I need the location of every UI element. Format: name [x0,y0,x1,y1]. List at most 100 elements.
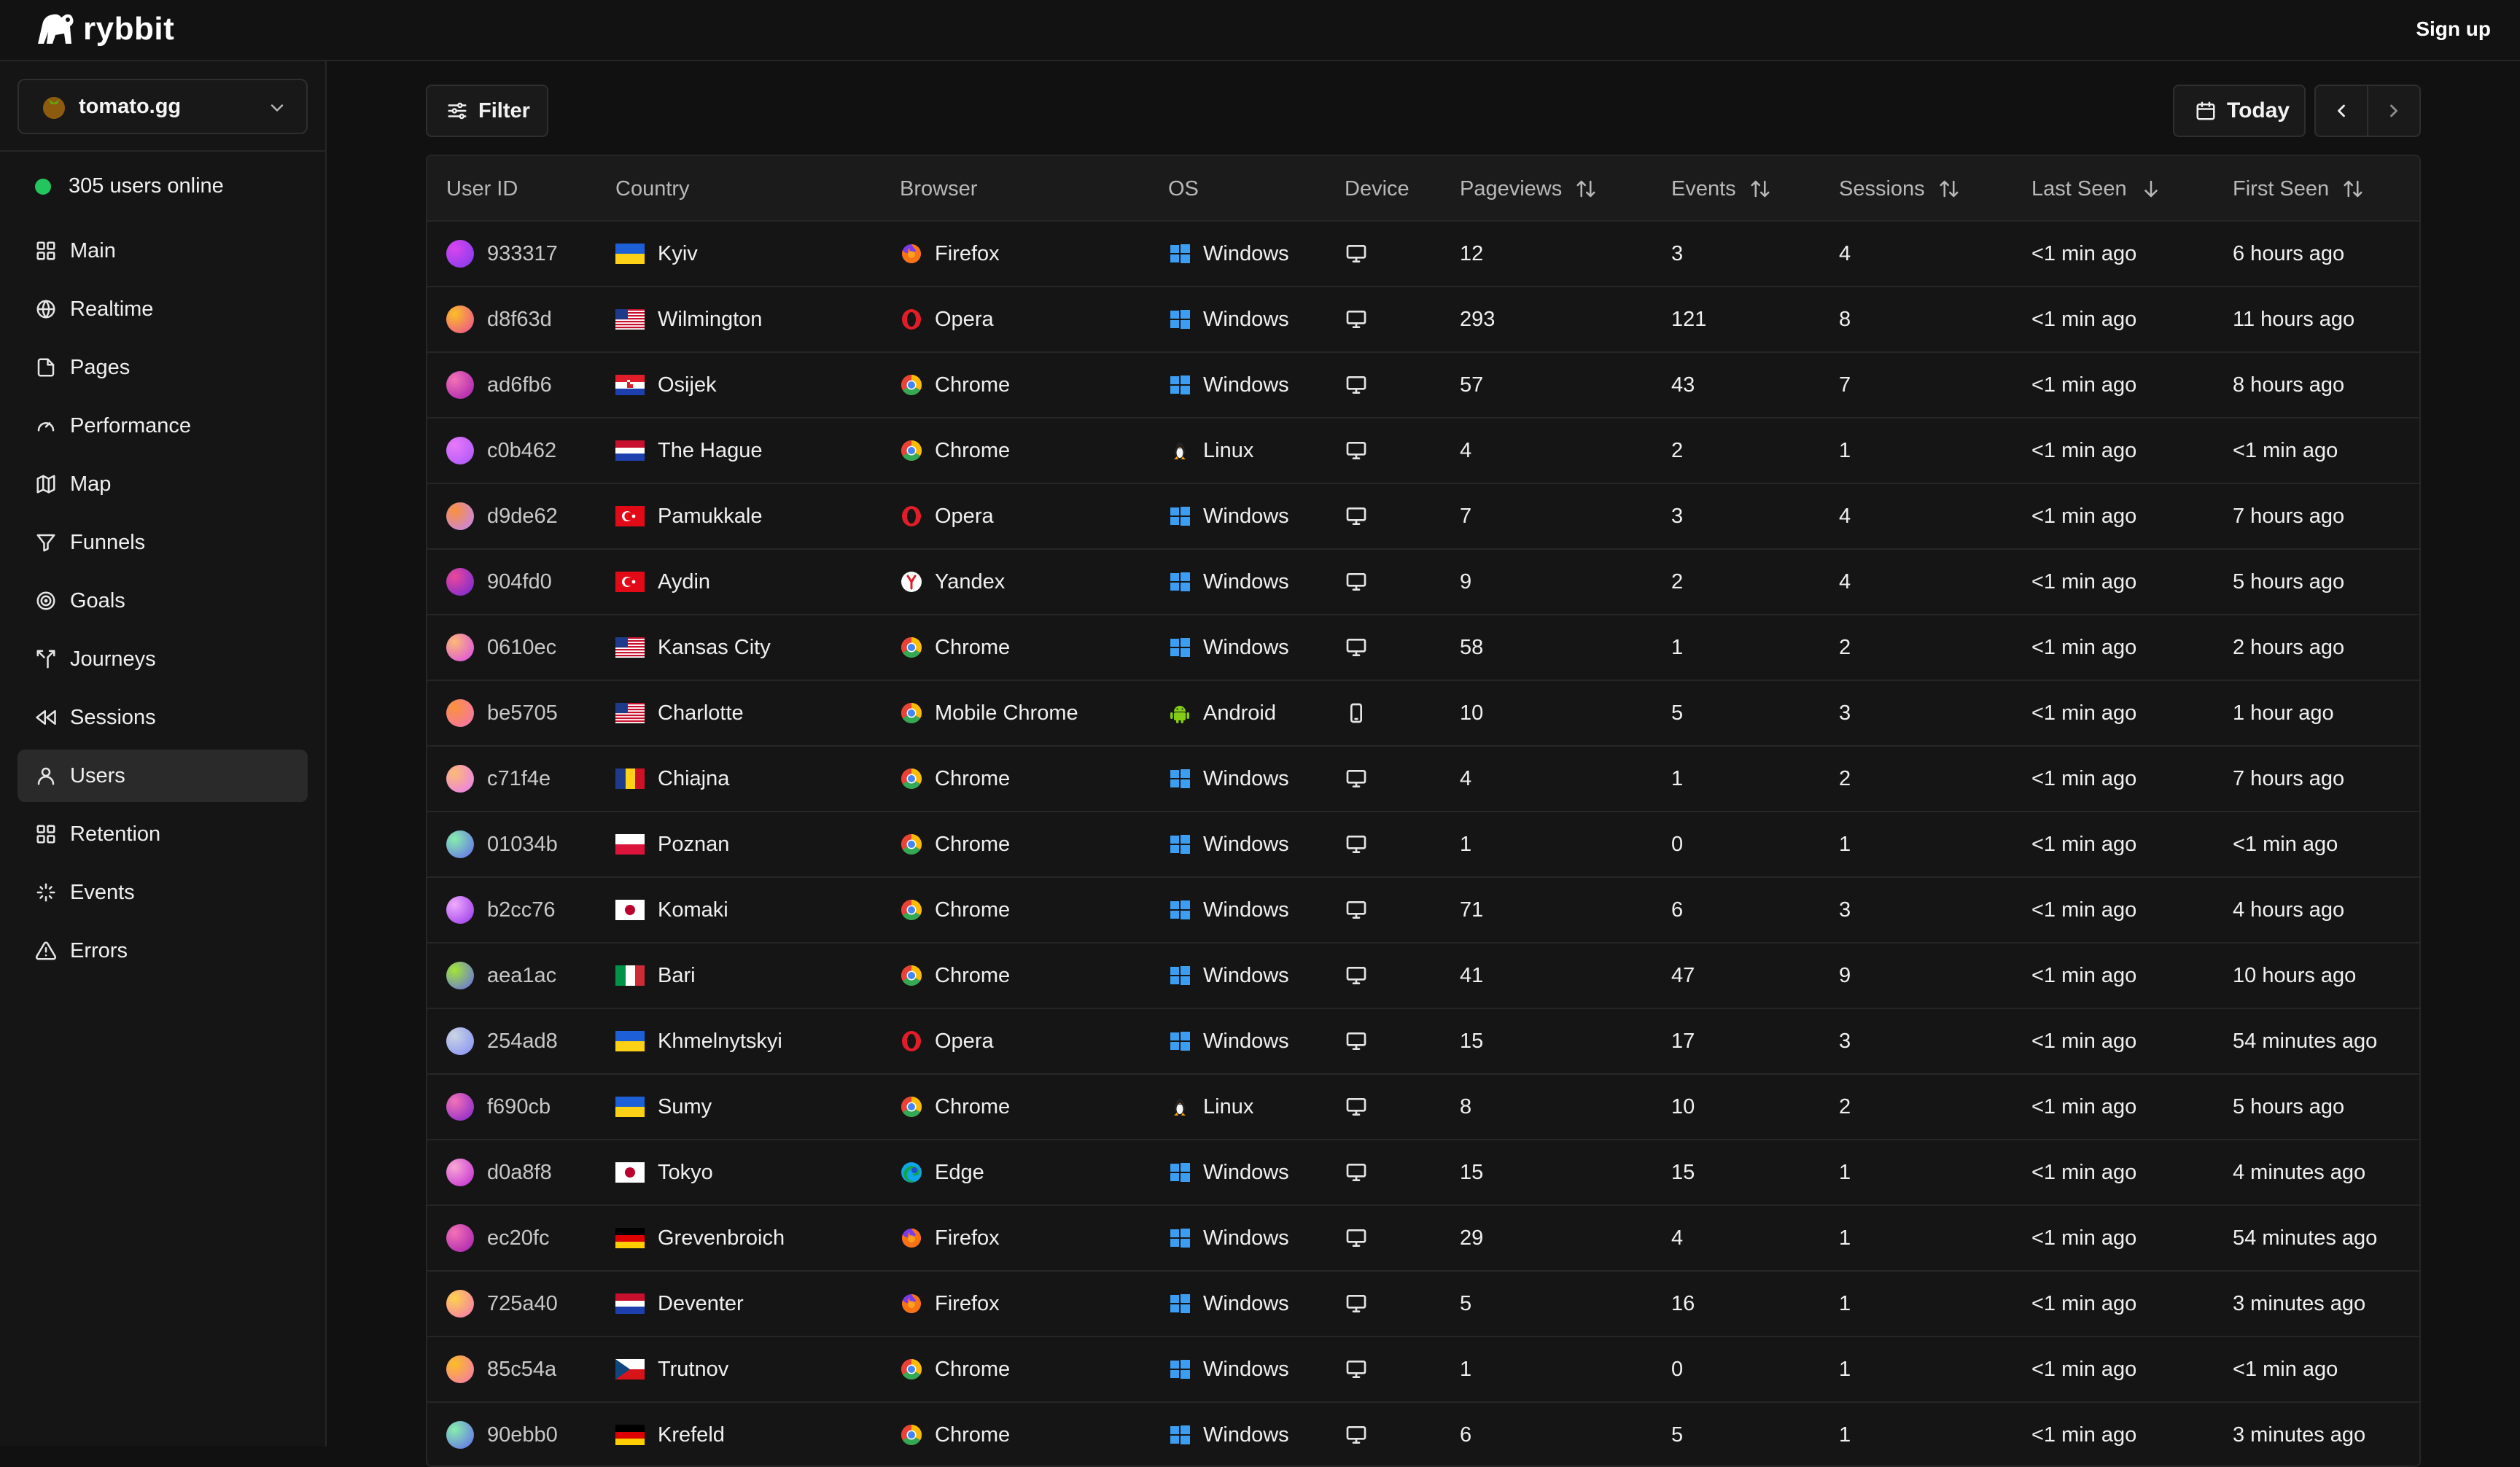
os-cell: Windows [1168,1140,1289,1205]
table-row[interactable]: d0a8f8 Tokyo Edge Windows 15 15 1 <1 min… [427,1140,2419,1206]
user-id-cell: 904fd0 [446,550,552,614]
last-seen-cell: <1 min ago [2031,832,2137,856]
browser-cell: Opera [900,287,994,351]
monitor-icon [1346,1164,1366,1181]
firefox-icon [902,1294,921,1313]
city-name: The Hague [658,438,763,462]
table-row[interactable]: be5705 Charlotte Mobile Chrome Android 1… [427,681,2419,747]
previous-period-button[interactable] [2314,85,2368,137]
table-row[interactable]: ec20fc Grevenbroich Firefox Windows 29 4… [427,1206,2419,1272]
windows-icon [1170,769,1190,788]
table-row[interactable]: b2cc76 Komaki Chrome Windows 71 6 3 <1 m… [427,878,2419,943]
device-cell [1345,222,1368,286]
sidebar-item-funnels[interactable]: Funnels [18,516,308,569]
events-cell: 2 [1671,569,1684,594]
sessions-cell: 1 [1839,1357,1851,1381]
sessions-cell: 1 [1839,1291,1851,1315]
city-name: Deventer [658,1291,744,1315]
browser-cell: Chrome [900,943,1010,1008]
city-name: Trutnov [658,1357,729,1381]
online-status-dot [35,178,51,195]
table-row[interactable]: d9de62 Pamukkale Opera Windows 7 3 4 <1 … [427,484,2419,550]
table-row[interactable]: 90ebb0 Krefeld Chrome Windows 6 5 1 <1 m… [427,1403,2419,1466]
sessions-cell: 7 [1839,373,1851,397]
next-period-button[interactable] [2367,85,2421,137]
last-seen-cell: <1 min ago [2031,898,2137,922]
table-row[interactable]: 0610ec Kansas City Chrome Windows 58 1 2… [427,615,2419,681]
date-range-button[interactable]: Today [2173,85,2306,137]
country-cell: Pamukkale [615,484,762,548]
sidebar-item-journeys[interactable]: Journeys [18,633,308,685]
user-avatar [446,568,474,596]
table-row[interactable]: 01034b Poznan Chrome Windows 1 0 1 <1 mi… [427,812,2419,878]
column-header-events[interactable]: Events [1671,156,1771,222]
sidebar-item-events[interactable]: Events [18,866,308,919]
site-selector[interactable]: tomato.gg [18,79,308,134]
os-name: Windows [1203,1029,1289,1053]
user-id: 904fd0 [487,569,552,594]
column-header-last-seen[interactable]: Last Seen [2031,156,2162,222]
site-name: tomato.gg [79,94,182,118]
os-cell: Windows [1168,484,1289,548]
gauge-icon [35,415,57,437]
browser-cell: Chrome [900,353,1010,417]
sign-up-link[interactable]: Sign up [2416,17,2491,41]
flag-icon [615,309,645,330]
sidebar-item-users[interactable]: Users [18,750,308,802]
table-row[interactable]: c71f4e Chiajna Chrome Windows 4 1 2 <1 m… [427,747,2419,812]
column-header-pageviews[interactable]: Pageviews [1460,156,1597,222]
sidebar-item-realtime[interactable]: Realtime [18,283,308,335]
table-row[interactable]: 933317 Kyiv Firefox Windows 12 3 4 <1 mi… [427,222,2419,287]
table-row[interactable]: f690cb Sumy Chrome Linux 8 10 2 <1 min a… [427,1075,2419,1140]
browser-name: Chrome [935,1357,1011,1381]
sidebar-item-pages[interactable]: Pages [18,341,308,394]
device-cell [1345,615,1368,680]
table-row[interactable]: 85c54a Trutnov Chrome Windows 1 0 1 <1 m… [427,1337,2419,1403]
country-cell: Wilmington [615,287,762,351]
pageviews-cell: 29 [1460,1226,1484,1250]
sessions-cell: 3 [1839,898,1851,922]
pageviews-cell: 1 [1460,1357,1472,1381]
table-row[interactable]: c0b462 The Hague Chrome Linux 4 2 1 <1 m… [427,419,2419,484]
pageviews-cell: 4 [1460,438,1472,462]
table-row[interactable]: 904fd0 Aydin Yandex Windows 9 2 4 <1 min… [427,550,2419,615]
linux-tux-icon [1174,1099,1186,1116]
sidebar-item-retention[interactable]: Retention [18,808,308,860]
sessions-cell: 2 [1839,635,1851,659]
sort-both-icon [2344,180,2362,198]
last-seen-cell: <1 min ago [2031,438,2137,462]
table-row[interactable]: aea1ac Bari Chrome Windows 41 47 9 <1 mi… [427,943,2419,1009]
city-name: Kyiv [658,241,698,265]
device-cell [1345,1075,1368,1139]
column-header-sessions[interactable]: Sessions [1839,156,1960,222]
sessions-cell: 9 [1839,963,1851,987]
sidebar-item-main[interactable]: Main [18,225,308,277]
table-row[interactable]: ad6fb6 Osijek Chrome Windows 57 43 7 <1 … [427,353,2419,419]
filter-button-label: Filter [478,98,530,122]
sidebar-item-sessions[interactable]: Sessions [18,691,308,744]
pageviews-cell: 15 [1460,1029,1484,1053]
monitor-icon [1346,376,1366,394]
browser-name: Chrome [935,766,1011,790]
browser-cell: Opera [900,484,994,548]
table-row[interactable]: 725a40 Deventer Firefox Windows 5 16 1 <… [427,1272,2419,1337]
user-avatar [446,830,474,858]
browser-name: Chrome [935,373,1011,397]
column-header-first-seen[interactable]: First Seen [2233,156,2364,222]
app-logo[interactable]: rybbit [34,10,174,48]
sidebar-item-errors[interactable]: Errors [18,925,308,977]
events-cell: 0 [1671,1357,1684,1381]
first-seen-cell: 54 minutes ago [2233,1029,2378,1053]
sidebar-item-goals[interactable]: Goals [18,575,308,627]
city-name: Grevenbroich [658,1226,785,1250]
last-seen-cell: <1 min ago [2031,635,2137,659]
sidebar-item-performance[interactable]: Performance [18,400,308,452]
sidebar-item-map[interactable]: Map [18,458,308,510]
first-seen-cell: 10 hours ago [2233,963,2357,987]
table-row[interactable]: 254ad8 Khmelnytskyi Opera Windows 15 17 … [427,1009,2419,1075]
pageviews-cell: 41 [1460,963,1484,987]
table-row[interactable]: d8f63d Wilmington Opera Windows 293 121 … [427,287,2419,353]
filter-button[interactable]: Filter [426,85,548,137]
column-header-device: Device [1345,156,1409,222]
os-cell: Windows [1168,287,1289,351]
